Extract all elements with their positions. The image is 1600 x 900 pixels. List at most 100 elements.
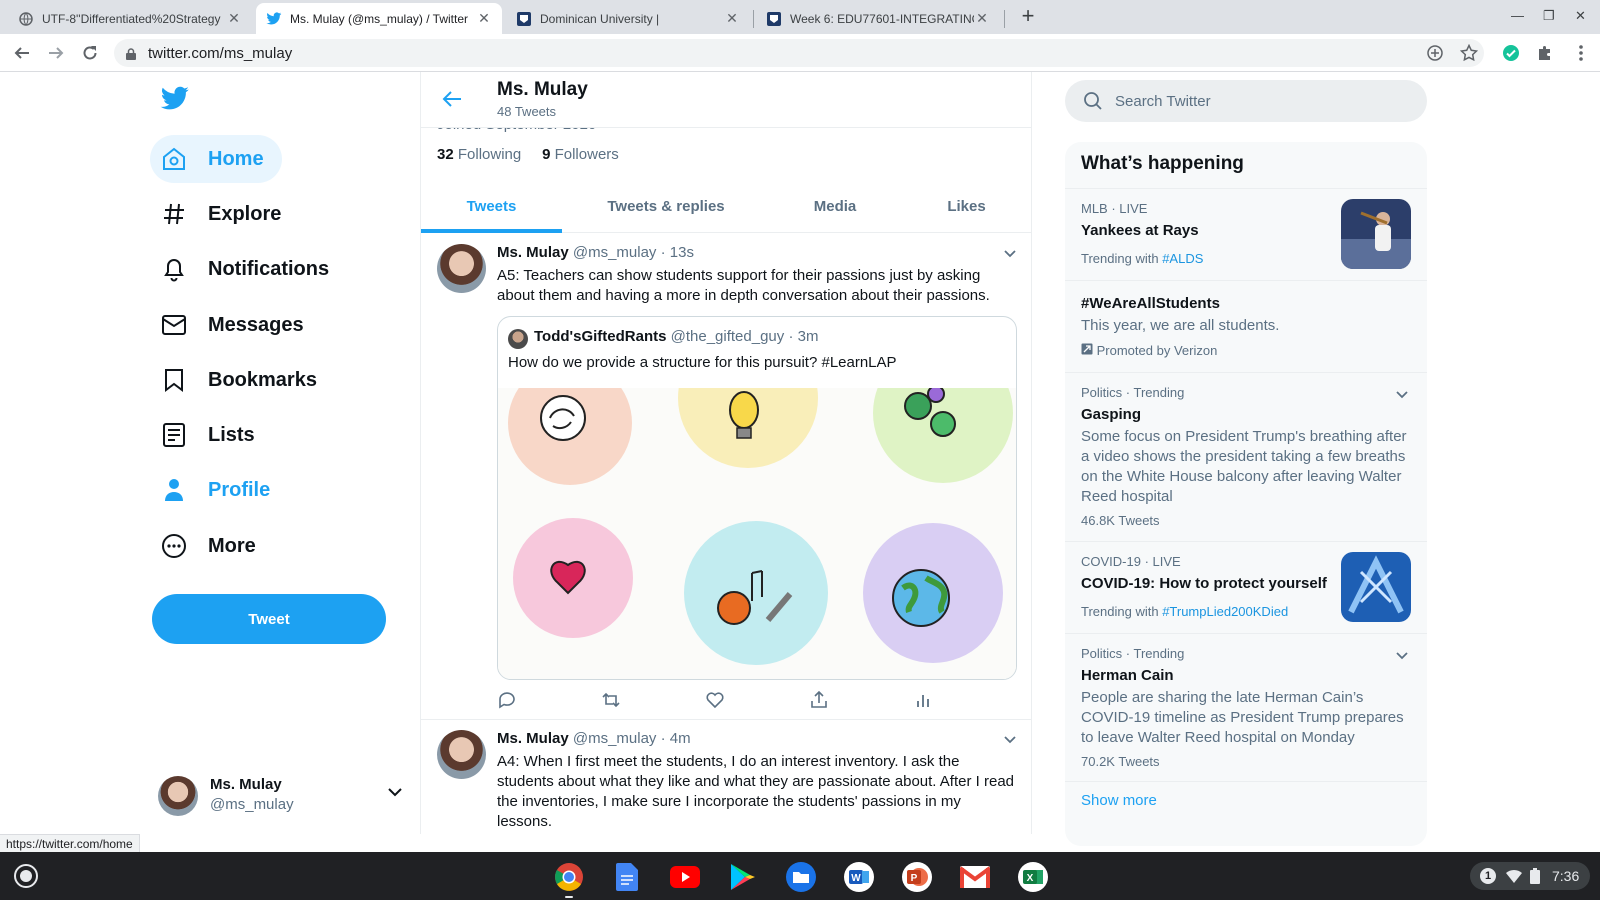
sketchnote-image[interactable] (498, 388, 1017, 680)
trend-item[interactable]: COVID-19 · LIVE COVID-19: How to protect… (1065, 541, 1427, 633)
tweet[interactable]: Ms. Mulay @ms_mulay · 13s A5: Teachers c… (421, 234, 1031, 720)
gmail-icon[interactable] (959, 861, 991, 893)
extensions-puzzle-icon[interactable] (1534, 42, 1556, 64)
nav-item-profile[interactable]: Profile (150, 466, 288, 514)
analytics-icon[interactable] (913, 690, 933, 715)
back-arrow-icon[interactable] (441, 88, 463, 115)
restore-icon[interactable]: ❐ (1543, 8, 1555, 24)
chevron-down-icon[interactable] (1395, 648, 1409, 666)
tweet-header: Ms. Mulay @ms_mulay · 13s (497, 244, 694, 261)
excel-icon[interactable]: X (1017, 861, 1049, 893)
share-icon[interactable] (809, 690, 829, 715)
browser-tab[interactable]: Dominican University | ✕ (506, 3, 750, 34)
nav-label: Explore (208, 202, 282, 225)
followers-count: 9 (542, 146, 551, 163)
avatar[interactable] (437, 244, 486, 293)
avatar[interactable] (437, 730, 486, 779)
menu-kebab-icon[interactable] (1570, 42, 1592, 64)
forward-icon[interactable] (44, 41, 68, 65)
tab-likes[interactable]: Likes (900, 180, 1031, 233)
play-store-icon[interactable] (727, 861, 759, 893)
nav-item-lists[interactable]: Lists (150, 411, 273, 459)
nav-label: Bookmarks (208, 368, 317, 391)
chevron-down-icon[interactable] (1395, 387, 1409, 405)
new-tab-button[interactable]: + (1016, 5, 1040, 29)
system-tray[interactable]: 1 7:36 (1470, 862, 1590, 890)
tweet-timestamp[interactable]: · 13s (661, 244, 694, 261)
chevron-down-icon[interactable] (1003, 246, 1017, 264)
browser-tab-active[interactable]: Ms. Mulay (@ms_mulay) / Twitter ✕ (256, 3, 502, 34)
url-text: twitter.com/ms_mulay (148, 45, 293, 62)
nav-item-more[interactable]: More (150, 522, 274, 570)
like-heart-icon[interactable] (705, 690, 725, 715)
panel-title: What’s happening (1081, 153, 1244, 174)
show-more-link[interactable]: Show more (1081, 792, 1157, 809)
tweet-text: A4: When I first meet the students, I do… (497, 753, 1015, 830)
minimize-icon[interactable]: — (1511, 8, 1524, 23)
close-tab-icon[interactable]: ✕ (974, 10, 990, 27)
cyan-halo (684, 521, 828, 665)
nav-item-bookmarks[interactable]: Bookmarks (150, 356, 335, 404)
browser-tab[interactable]: Week 6: EDU77601-INTEGRATING ✕ (756, 3, 1000, 34)
account-switcher[interactable]: Ms. Mulay @ms_mulay (158, 770, 404, 826)
launcher-icon[interactable] (14, 864, 38, 888)
quoted-tweet[interactable]: Todd'sGiftedRants @the_gifted_guy · 3m H… (497, 316, 1017, 680)
twitter-logo-icon[interactable] (160, 86, 190, 117)
nav-item-home[interactable]: Home (150, 135, 282, 183)
browser-tab[interactable]: UTF-8''Differentiated%20Strategy ✕ (8, 3, 252, 34)
trend-item[interactable]: MLB · LIVE Yankees at Rays Trending with… (1065, 188, 1427, 280)
trend-meta: Politics · Trending (1081, 385, 1185, 400)
close-window-icon[interactable]: ✕ (1575, 8, 1586, 24)
files-icon[interactable] (785, 861, 817, 893)
bookmark-star-icon[interactable] (1458, 42, 1480, 64)
docs-icon[interactable] (611, 861, 643, 893)
trend-item[interactable]: Politics · Trending Gasping Some focus o… (1065, 372, 1427, 541)
address-bar[interactable]: twitter.com/ms_mulay (114, 39, 1484, 67)
youtube-icon[interactable] (669, 861, 701, 893)
nav-item-messages[interactable]: Messages (150, 301, 322, 349)
tweet-timestamp[interactable]: · 4m (661, 730, 691, 747)
powerpoint-icon[interactable]: P (901, 861, 933, 893)
profile-tabs: Tweets Tweets & replies Media Likes (421, 180, 1031, 233)
followers-link[interactable]: 9 Followers (542, 146, 619, 163)
trend-tweet-count: 70.2K Tweets (1081, 754, 1160, 769)
tweet-author-name[interactable]: Ms. Mulay (497, 730, 569, 747)
close-tab-icon[interactable]: ✕ (226, 10, 242, 27)
grammarly-extension-icon[interactable] (1500, 42, 1522, 64)
follow-stats: 32 Following 9 Followers (437, 146, 619, 163)
search-box[interactable] (1065, 80, 1427, 122)
add-to-home-icon[interactable] (1424, 42, 1446, 64)
close-tab-icon[interactable]: ✕ (476, 10, 492, 27)
word-icon[interactable]: W (843, 861, 875, 893)
nav-item-notifications[interactable]: Notifications (150, 245, 347, 293)
tab-tweets-and-replies[interactable]: Tweets & replies (562, 180, 770, 233)
tweet-button[interactable]: Tweet (152, 594, 386, 644)
trend-item-promoted[interactable]: #WeAreAllStudents This year, we are all … (1065, 280, 1427, 372)
trend-hashtag-link[interactable]: #TrumpLied200KDied (1162, 604, 1288, 619)
more-icon (160, 532, 188, 560)
reply-icon[interactable] (497, 690, 517, 715)
trend-hashtag-link[interactable]: #ALDS (1162, 251, 1203, 266)
trend-item[interactable]: Politics · Trending Herman Cain People a… (1065, 633, 1427, 781)
dominican-university-icon (516, 11, 532, 27)
tweet-author-name[interactable]: Ms. Mulay (497, 244, 569, 261)
trend-description: This year, we are all students. (1081, 317, 1280, 334)
chevron-down-icon[interactable] (1003, 732, 1017, 750)
whats-happening-panel: What’s happening MLB · LIVE Yankees at R… (1065, 142, 1427, 846)
active-tab-indicator (421, 229, 562, 233)
tab-media[interactable]: Media (770, 180, 900, 233)
close-tab-icon[interactable]: ✕ (724, 10, 740, 27)
retweet-icon[interactable] (601, 690, 621, 715)
tweet[interactable]: Ms. Mulay @ms_mulay · 4m A4: When I firs… (421, 720, 1031, 834)
trend-name: Yankees at Rays (1081, 222, 1199, 239)
reload-icon[interactable] (78, 41, 102, 65)
search-input[interactable] (1115, 80, 1405, 122)
nav-item-explore[interactable]: Explore (150, 190, 299, 238)
tab-tweets[interactable]: Tweets (421, 180, 562, 233)
bell-icon (160, 255, 188, 283)
back-icon[interactable] (10, 41, 34, 65)
twitter-sidebar: Home Explore Notifications Messages Book… (150, 72, 420, 834)
following-link[interactable]: 32 Following (437, 146, 521, 163)
chrome-icon[interactable] (553, 861, 585, 893)
quoted-author-name: Todd'sGiftedRants (534, 328, 667, 345)
